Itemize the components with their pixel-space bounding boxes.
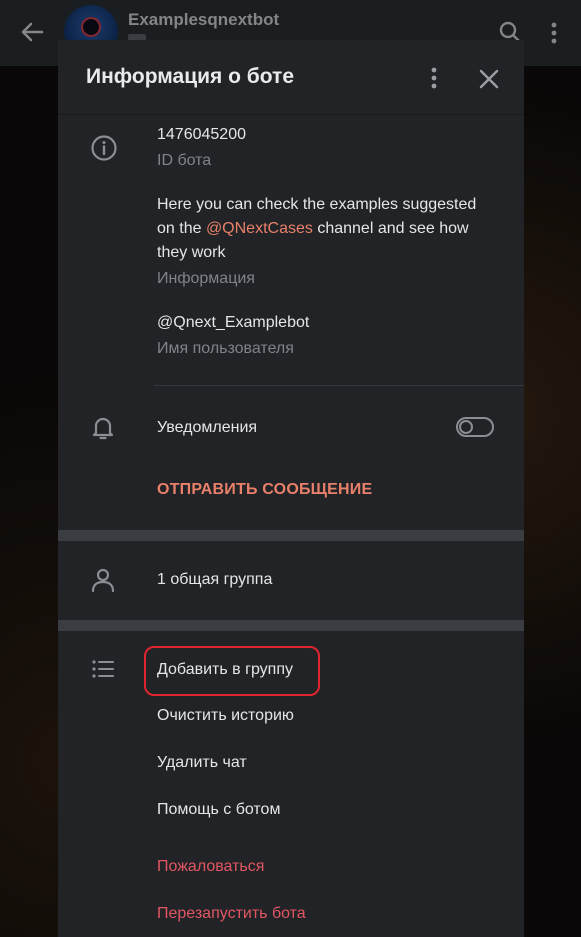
bot-id-label: ID бота xyxy=(157,152,212,169)
more-vertical-icon[interactable] xyxy=(422,66,446,90)
bot-help-button[interactable]: Помощь с ботом xyxy=(157,799,280,821)
send-message-button[interactable]: ОТПРАВИТЬ СООБЩЕНИЕ xyxy=(157,481,372,499)
username-label: Имя пользователя xyxy=(157,340,294,357)
common-groups[interactable]: 1 общая группа xyxy=(157,568,272,592)
bot-id-value: 1476045200 xyxy=(157,126,246,143)
bot-description: Here you can check the examples suggeste… xyxy=(157,193,477,265)
section-separator xyxy=(58,530,524,541)
close-icon[interactable] xyxy=(476,66,502,92)
user-icon xyxy=(91,568,115,593)
description-label: Информация xyxy=(157,270,255,287)
notifications-label: Уведомления xyxy=(157,419,258,436)
channel-link[interactable]: @QNextCases xyxy=(206,220,313,237)
toggle-knob xyxy=(459,420,473,434)
info-icon xyxy=(91,135,117,161)
notifications-toggle[interactable] xyxy=(456,417,494,437)
add-to-group-button[interactable]: Добавить в группу xyxy=(157,659,293,681)
divider xyxy=(154,385,524,386)
dialog-header: Информация о боте xyxy=(58,40,524,115)
clear-history-button[interactable]: Очистить историю xyxy=(157,705,294,727)
bot-info-dialog: Информация о боте 1476045200 ID бота Her… xyxy=(58,40,524,937)
dialog-title: Информация о боте xyxy=(86,65,295,88)
report-button[interactable]: Пожаловаться xyxy=(157,856,264,878)
username-value[interactable]: @Qnext_Examplebot xyxy=(157,311,309,335)
list-icon xyxy=(92,660,114,678)
restart-bot-button[interactable]: Перезапустить бота xyxy=(157,903,306,925)
bell-icon xyxy=(92,417,114,440)
delete-chat-button[interactable]: Удалить чат xyxy=(157,752,247,774)
section-separator xyxy=(58,620,524,631)
